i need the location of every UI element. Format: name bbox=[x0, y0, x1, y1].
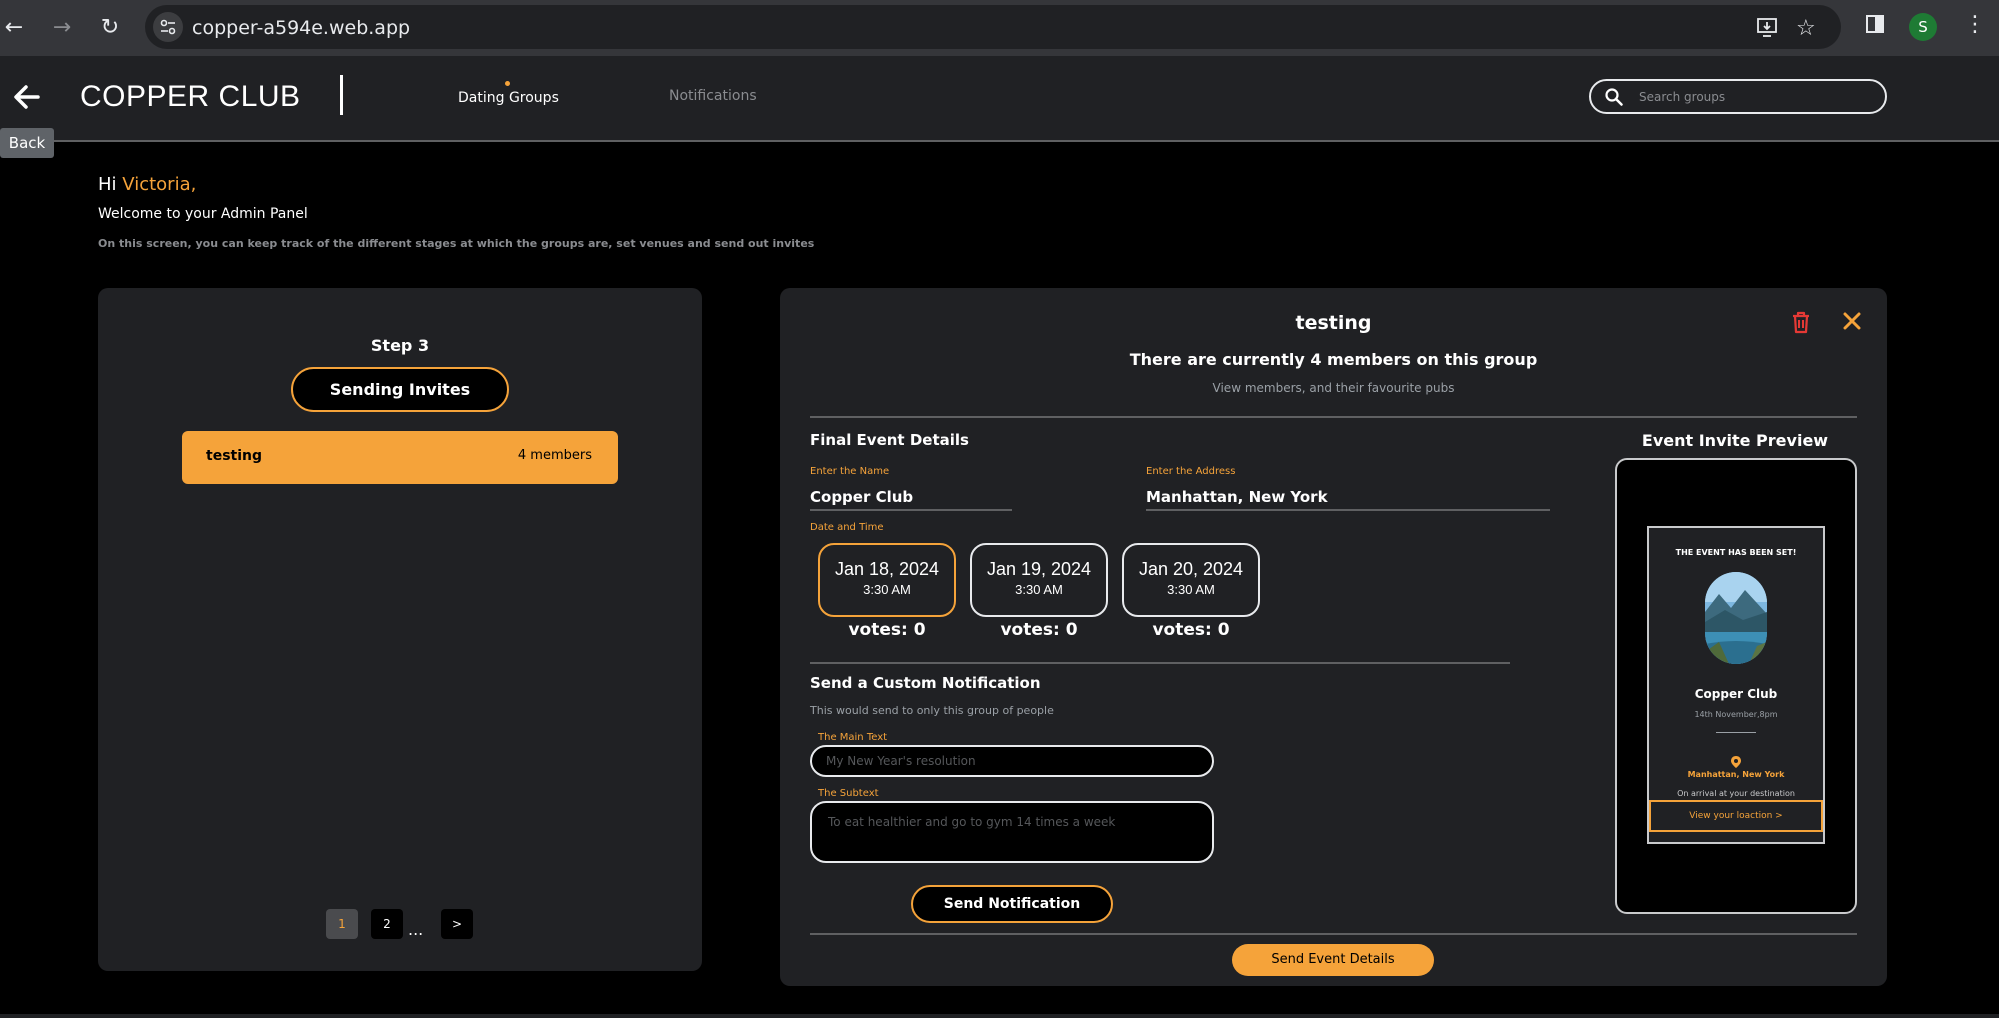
invite-location: Manhattan, New York bbox=[1687, 770, 1785, 779]
date-option-1[interactable]: Jan 18, 2024 3:30 AM bbox=[818, 543, 956, 617]
main-text-input[interactable] bbox=[810, 745, 1214, 777]
step-title: Step 3 bbox=[370, 336, 430, 355]
back-arrow-icon[interactable] bbox=[10, 80, 44, 114]
invite-divider bbox=[1716, 732, 1756, 733]
members-count-text: There are currently 4 members on this gr… bbox=[1129, 350, 1538, 369]
group-name: testing bbox=[206, 448, 262, 464]
subtext-label: The Subtext bbox=[818, 788, 879, 799]
next-page-button[interactable]: > bbox=[441, 909, 473, 939]
date-time-label: Date and Time bbox=[810, 522, 884, 533]
divider bbox=[810, 416, 1857, 418]
browser-toolbar: ← → ↻ copper-a594e.web.app ☆ S ⋮ bbox=[0, 0, 1999, 56]
address-bar[interactable]: copper-a594e.web.app ☆ bbox=[145, 5, 1841, 49]
nav-dating-groups[interactable]: Dating Groups bbox=[458, 90, 559, 106]
group-member-count: 4 members bbox=[517, 448, 592, 463]
reload-icon[interactable]: ↻ bbox=[96, 14, 124, 42]
welcome-description: On this screen, you can keep track of th… bbox=[98, 237, 815, 250]
group-detail-panel: testing There are currently 4 members on… bbox=[780, 288, 1887, 986]
search-box[interactable] bbox=[1589, 79, 1887, 114]
invite-card: THE EVENT HAS BEEN SET! Copper Club 14th… bbox=[1647, 526, 1825, 844]
venue-image bbox=[1705, 572, 1767, 664]
date-option-time: 3:30 AM bbox=[1167, 582, 1215, 597]
greeting: Hi Victoria, bbox=[98, 174, 196, 195]
date-option-date: Jan 20, 2024 bbox=[1138, 559, 1244, 579]
divider bbox=[810, 933, 1857, 935]
search-icon bbox=[1605, 88, 1623, 106]
install-app-icon[interactable] bbox=[1757, 18, 1779, 42]
date-option-time: 3:30 AM bbox=[1015, 582, 1063, 597]
divider bbox=[810, 662, 1510, 664]
custom-notification-title: Send a Custom Notification bbox=[810, 674, 1041, 692]
forward-arrow-icon[interactable]: → bbox=[48, 14, 76, 42]
date-option-votes: votes: 0 bbox=[1152, 620, 1230, 640]
group-card[interactable]: testing 4 members bbox=[182, 431, 618, 484]
date-option-votes: votes: 0 bbox=[848, 620, 926, 640]
address-label: Enter the Address bbox=[1146, 466, 1236, 477]
address-field[interactable]: Manhattan, New York bbox=[1146, 488, 1550, 511]
page-1-button[interactable]: 1 bbox=[326, 909, 358, 939]
date-option-date: Jan 19, 2024 bbox=[986, 559, 1092, 579]
url-text[interactable]: copper-a594e.web.app bbox=[192, 17, 410, 39]
brand-logo: COPPER CLUB bbox=[80, 80, 301, 113]
location-pin-icon bbox=[1731, 756, 1741, 768]
active-nav-dot bbox=[505, 81, 510, 86]
main-text-label: The Main Text bbox=[818, 732, 888, 743]
back-arrow-icon[interactable]: ← bbox=[0, 14, 28, 42]
view-members-link[interactable]: View members, and their favourite pubs bbox=[780, 381, 1887, 395]
welcome-text: Welcome to your Admin Panel bbox=[98, 206, 308, 222]
invite-preview-title: Event Invite Preview bbox=[1641, 431, 1829, 450]
invite-arrival-text: On arrival at your destination bbox=[1677, 789, 1795, 798]
date-option-time: 3:30 AM bbox=[863, 582, 911, 597]
back-tooltip: Back bbox=[0, 128, 54, 158]
bookmark-star-icon[interactable]: ☆ bbox=[1796, 16, 1816, 41]
send-event-details-button[interactable]: Send Event Details bbox=[1232, 944, 1434, 976]
site-settings-icon[interactable] bbox=[153, 12, 183, 42]
close-icon[interactable] bbox=[1843, 312, 1861, 330]
subtext-input[interactable] bbox=[810, 801, 1214, 863]
phone-preview: THE EVENT HAS BEEN SET! Copper Club 14th… bbox=[1615, 458, 1857, 914]
header-divider bbox=[340, 75, 343, 115]
profile-avatar[interactable]: S bbox=[1909, 13, 1937, 41]
date-option-votes: votes: 0 bbox=[1000, 620, 1078, 640]
greeting-name: Victoria, bbox=[122, 174, 197, 195]
greeting-hi: Hi bbox=[98, 174, 117, 195]
menu-kebab-icon[interactable]: ⋮ bbox=[1964, 12, 1986, 37]
trash-icon[interactable] bbox=[1790, 310, 1812, 334]
page-bottom-edge bbox=[0, 1014, 1999, 1018]
stage-pill[interactable]: Sending Invites bbox=[291, 367, 509, 412]
name-label: Enter the Name bbox=[810, 466, 890, 477]
venue-name-field[interactable]: Copper Club bbox=[810, 488, 1012, 511]
search-input[interactable] bbox=[1639, 87, 1869, 107]
page-2-button[interactable]: 2 bbox=[371, 909, 403, 939]
date-option-3[interactable]: Jan 20, 2024 3:30 AM bbox=[1122, 543, 1260, 617]
group-title: testing bbox=[1295, 312, 1372, 334]
nav-notifications[interactable]: Notifications bbox=[669, 88, 757, 104]
side-panel-icon[interactable] bbox=[1865, 14, 1885, 39]
invite-venue-name: Copper Club bbox=[1694, 687, 1778, 701]
groups-panel: Step 3 Sending Invites testing 4 members… bbox=[98, 288, 702, 971]
date-option-date: Jan 18, 2024 bbox=[834, 559, 940, 579]
invite-date: 14th November,8pm bbox=[1694, 710, 1778, 719]
date-option-2[interactable]: Jan 19, 2024 3:30 AM bbox=[970, 543, 1108, 617]
app-header: COPPER CLUB Dating Groups Notifications bbox=[0, 56, 1999, 142]
pagination-ellipsis: ... bbox=[408, 920, 424, 939]
invite-heading: THE EVENT HAS BEEN SET! bbox=[1675, 548, 1797, 557]
send-notification-button[interactable]: Send Notification bbox=[911, 885, 1113, 923]
final-event-details-title: Final Event Details bbox=[810, 431, 969, 449]
view-location-button[interactable]: View your loaction > bbox=[1649, 800, 1823, 832]
custom-notification-help: This would send to only this group of pe… bbox=[810, 704, 1054, 717]
